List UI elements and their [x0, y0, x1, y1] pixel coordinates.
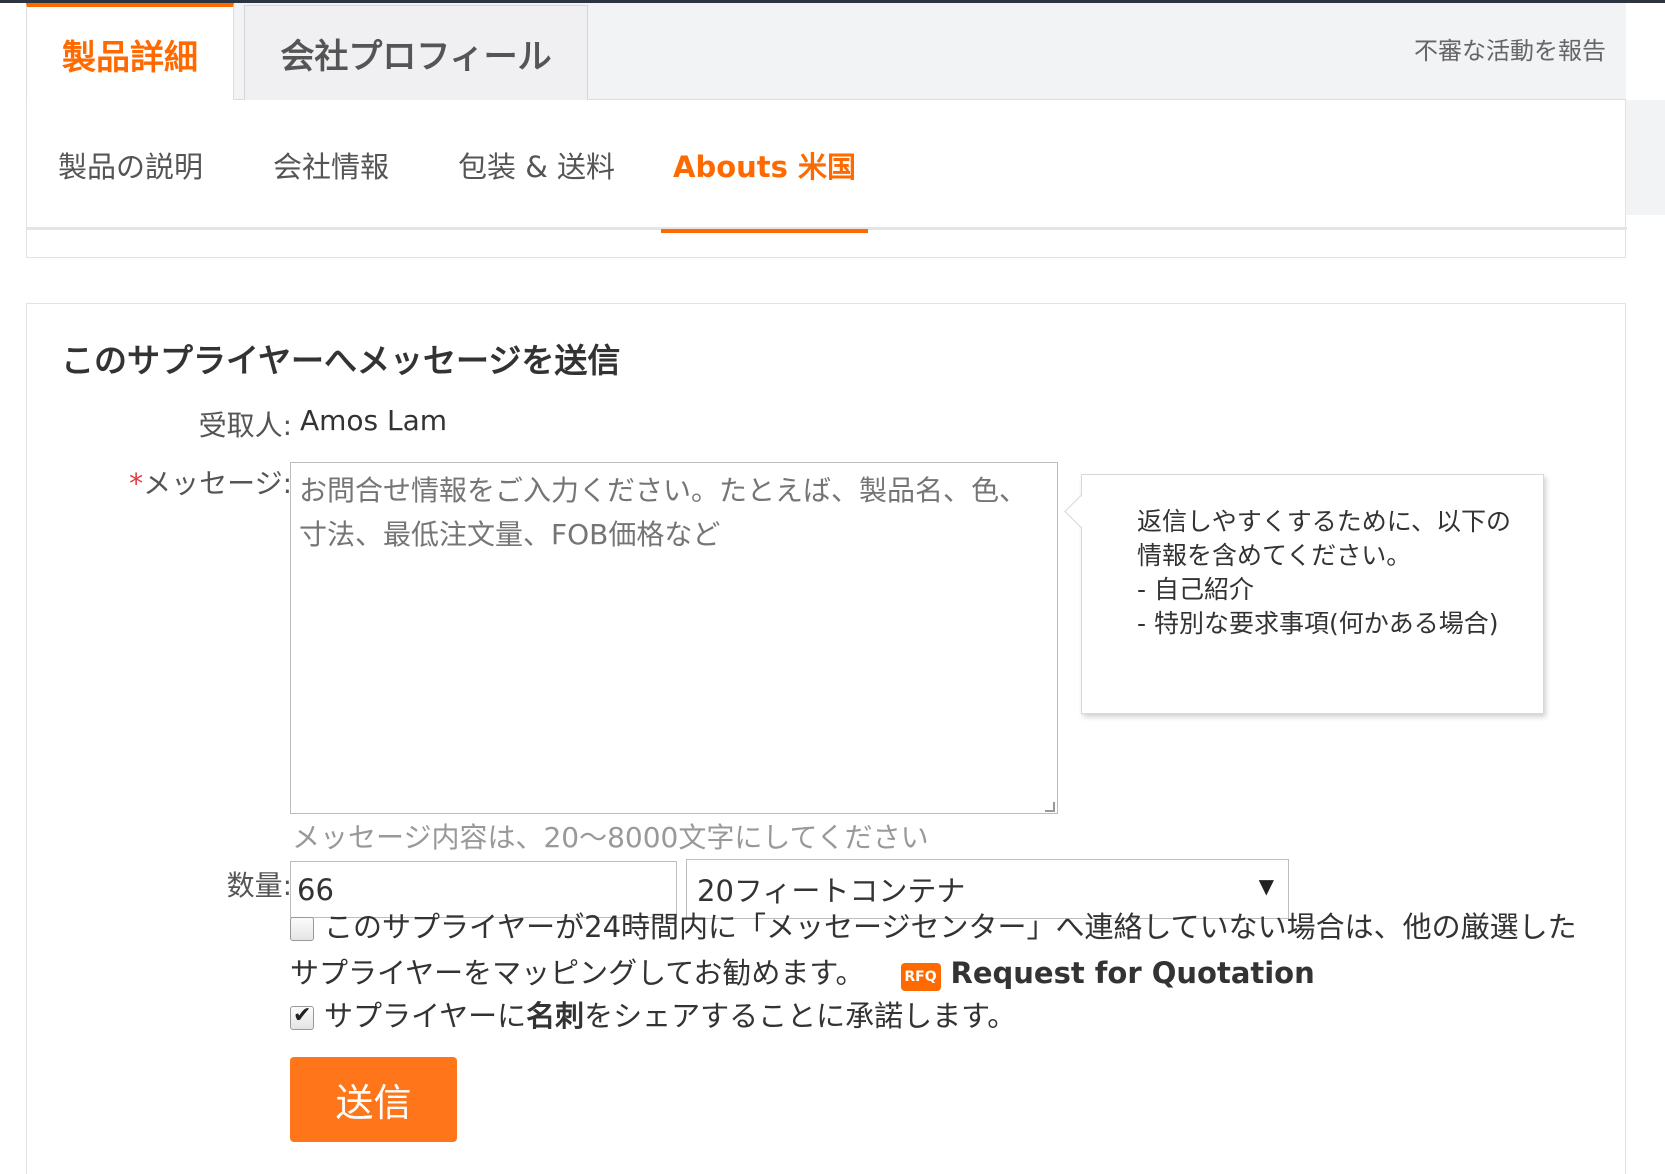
recipient-label: 受取人: — [198, 409, 292, 442]
message-textarea[interactable] — [290, 462, 1058, 814]
rfq-link[interactable]: Request for Quotation — [951, 956, 1315, 990]
tip-line: - 自己紹介 — [1137, 575, 1254, 604]
send-button[interactable]: 送信 — [290, 1057, 457, 1142]
report-activity-link[interactable]: 不審な活動を報告 — [1414, 3, 1606, 93]
recipient-name: Amos Lam — [300, 404, 448, 437]
dropdown-arrow-icon: ▼ — [1258, 874, 1274, 898]
message-panel: このサプライヤーへメッセージを送信 受取人: Amos Lam *メッセージ: … — [26, 303, 1626, 1174]
required-mark: * — [129, 467, 144, 500]
mapping-text-line1: このサプライヤーが24時間内に「メッセージセンター」へ連絡していない場合は、他の… — [324, 910, 1577, 944]
share-card-option-row: サプライヤーに名刺をシェアすることに承諾します。 — [290, 993, 1016, 1039]
top-tabs: 製品詳細 会社プロフィール 不審な活動を報告 — [26, 3, 1626, 102]
message-tip-popover: 返信しやすくするために、以下の情報を含めてください。 - 自己紹介 - 特別な要… — [1081, 474, 1544, 714]
quantity-label: 数量: — [226, 869, 292, 902]
tip-line: 返信しやすくするために、以下の情報を含めてください。 — [1137, 507, 1512, 570]
mapping-text-line2: サプライヤーをマッピングしてお勧めます。 — [290, 956, 865, 990]
share-text-after: をシェアすることに承諾します。 — [584, 999, 1017, 1033]
tab-company-profile[interactable]: 会社プロフィール — [244, 5, 588, 100]
tab-packaging-shipping[interactable]: 包装 & 送料 — [458, 100, 615, 230]
rfq-icon: RFQ — [900, 963, 941, 991]
share-text-bold: 名刺 — [526, 999, 585, 1033]
message-label: *メッセージ: — [129, 467, 292, 500]
share-text-before: サプライヤーに — [324, 999, 527, 1033]
tab-product-description[interactable]: 製品の説明 — [58, 100, 203, 230]
sub-tabs: 製品の説明 会社情報 包装 & 送料 Abouts 米国 — [27, 100, 1627, 233]
mapping-option-row: このサプライヤーが24時間内に「メッセージセンター」へ連絡していない場合は、他の… — [290, 904, 1577, 996]
textarea-resize-handle[interactable] — [1045, 802, 1055, 812]
share-card-checkbox[interactable] — [290, 993, 314, 1039]
message-length-hint: メッセージ内容は、20〜8000文字にしてください — [292, 821, 929, 854]
message-form-title: このサプライヤーへメッセージを送信 — [61, 341, 621, 380]
mapping-checkbox[interactable] — [290, 917, 314, 941]
right-gutter — [1626, 100, 1665, 215]
tip-line: - 特別な要求事項(何かある場合) — [1137, 609, 1499, 638]
tab-company-info[interactable]: 会社情報 — [273, 100, 389, 230]
tab-product-details[interactable]: 製品詳細 — [26, 3, 234, 102]
sub-tabs-panel: 製品の説明 会社情報 包装 & 送料 Abouts 米国 — [26, 100, 1627, 258]
tab-about-us[interactable]: Abouts 米国 — [661, 100, 868, 233]
